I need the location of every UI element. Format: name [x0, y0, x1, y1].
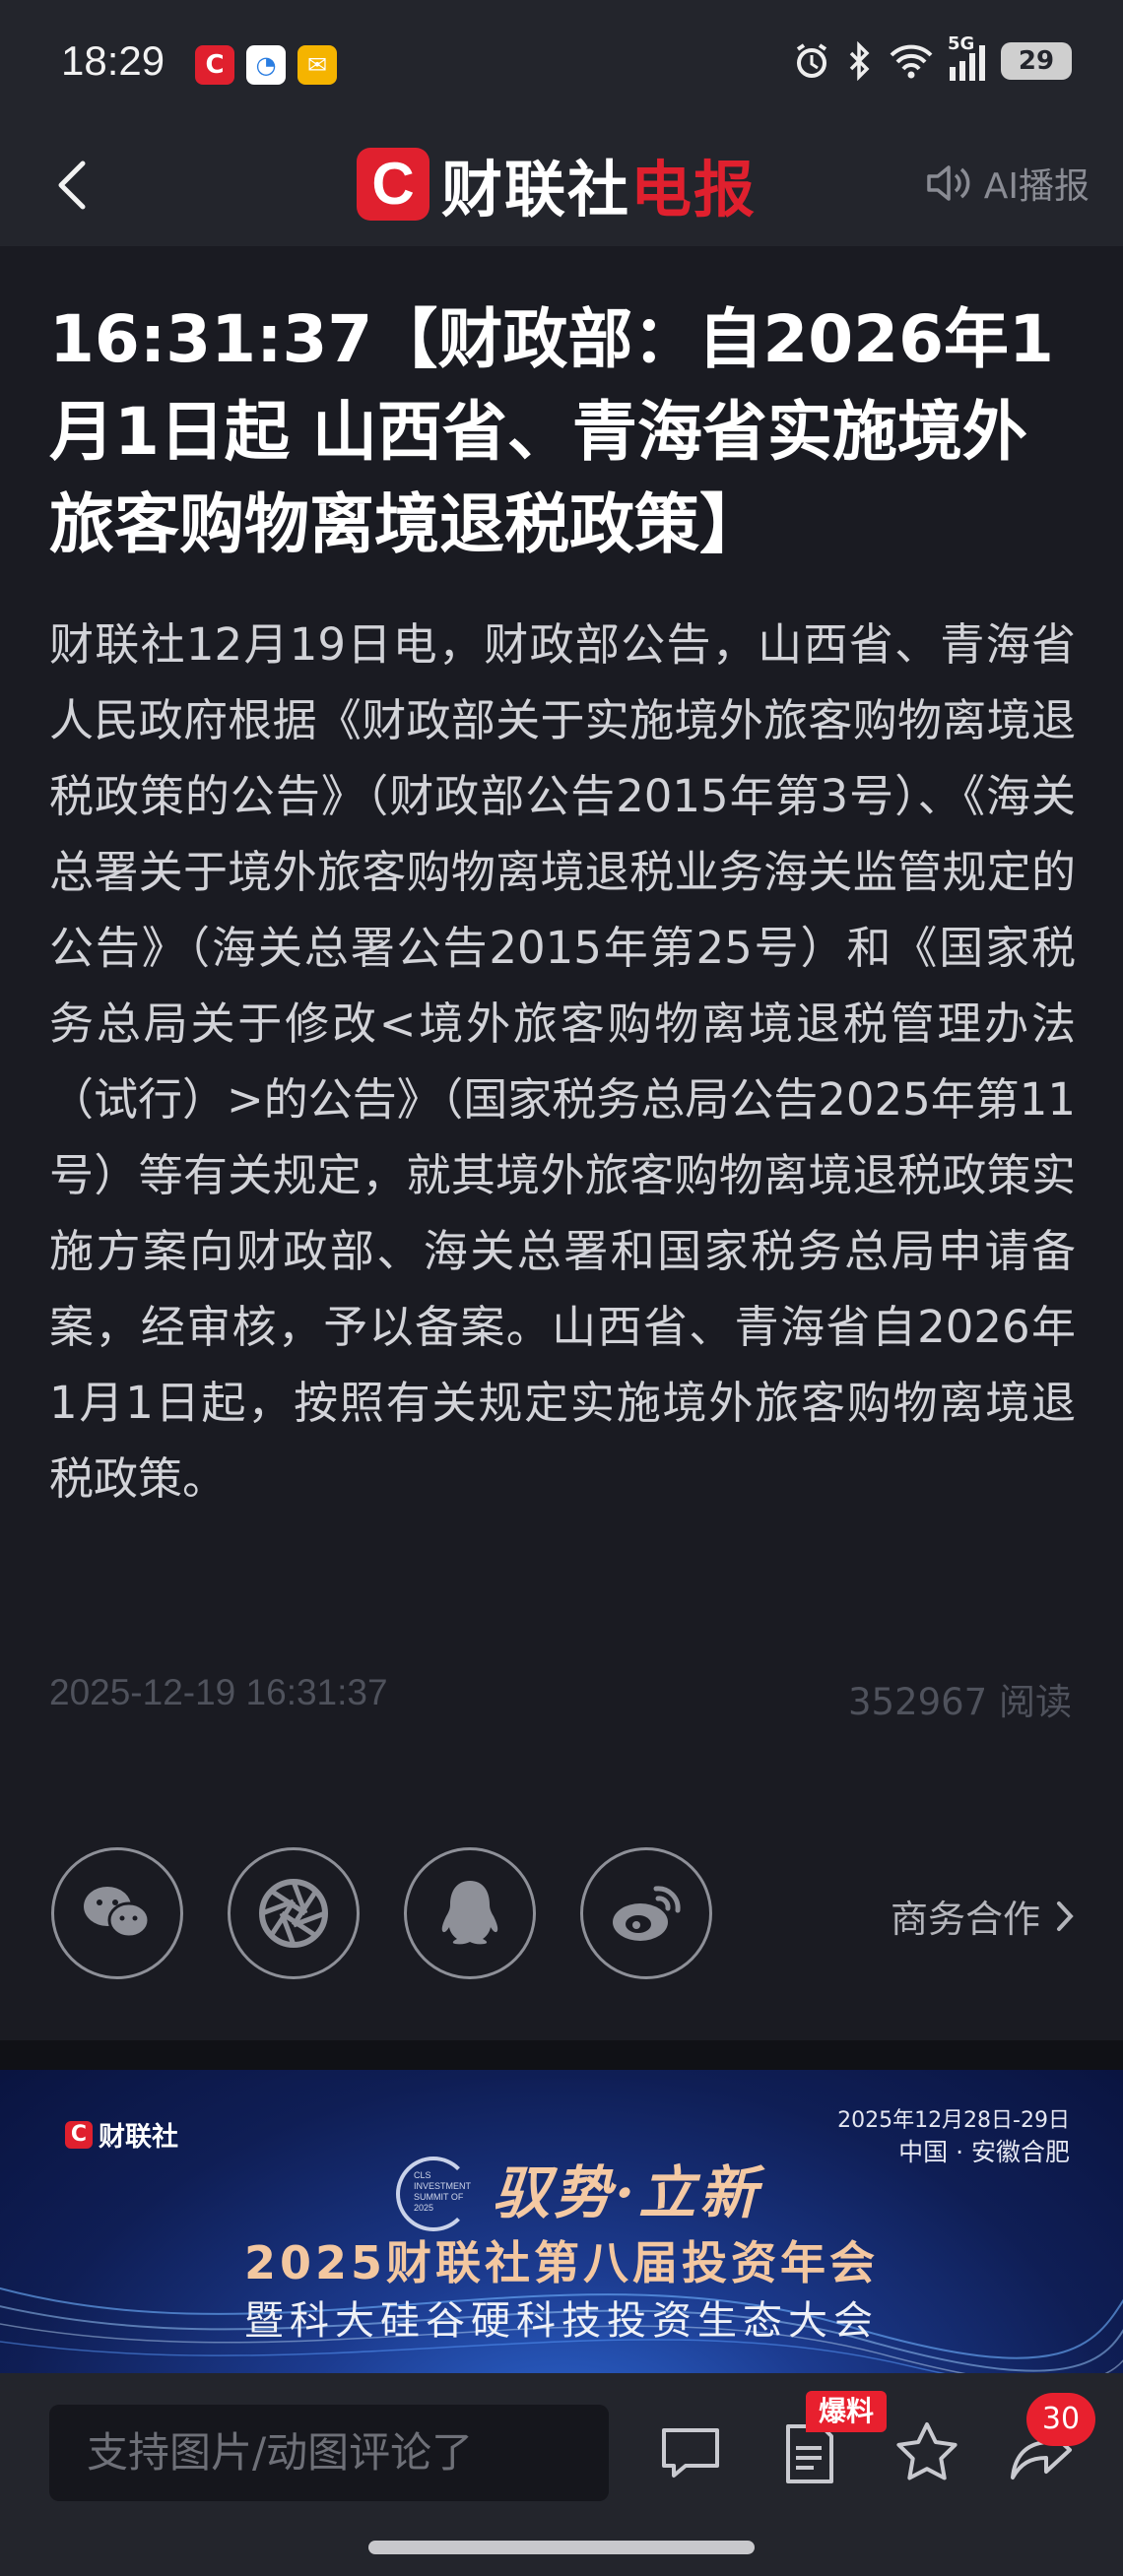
status-icons: 5G 29: [792, 33, 1072, 83]
banner-event-date: 2025年12月28日-29日: [837, 2108, 1070, 2133]
chat-app-notification-icon: ◔: [246, 45, 286, 85]
cls-app-notification-icon: C: [195, 45, 234, 85]
wechat-icon: [84, 1887, 151, 1939]
banner-logo-text: 财联社: [99, 2122, 178, 2153]
home-indicator[interactable]: [368, 2541, 755, 2554]
moments-shutter-icon: [259, 1879, 328, 1948]
share-wechat-button[interactable]: [51, 1847, 183, 1979]
network-type: 5G: [948, 33, 975, 54]
status-time: 18:29: [61, 37, 165, 84]
mail-notification-icon: ✉: [297, 45, 337, 85]
tip-badge: 爆料: [806, 2391, 887, 2432]
back-arrow-icon[interactable]: [39, 150, 108, 219]
banner-logo-mark: C: [65, 2120, 93, 2149]
banner-slogan: 驭势·立新: [493, 2159, 761, 2226]
article-title: 16:31:37【财政部：自2026年1月1日起 山西省、青海省实施境外旅客购物…: [49, 301, 1054, 562]
wifi-icon: [890, 44, 933, 79]
share-count-badge: 30: [1026, 2393, 1095, 2446]
weibo-icon: [613, 1886, 681, 1941]
investment-summit-banner-ad[interactable]: C 财联社 2025年12月28日-29日 中国 · 安徽合肥 CLS INVE…: [0, 2070, 1123, 2373]
signal-icon: 5G: [948, 33, 985, 81]
favorite-star-icon[interactable]: [892, 2418, 961, 2487]
cls-telegraph-logo: C 财联社 电报: [357, 140, 757, 228]
chevron-right-icon: [1057, 1900, 1074, 1931]
top-navigation-bar: C 财联社 电报 AI播报: [0, 128, 1123, 246]
publish-datetime: 2025-12-19 16:31:37: [49, 1672, 388, 1712]
article-content: 财联社12月19日电，财政部公告，山西省、青海省人民政府根据《财政部关于实施境外…: [49, 618, 1076, 1505]
section-divider: [0, 2040, 1123, 2070]
business-cooperation-link[interactable]: 商务合作: [891, 1889, 1076, 1943]
share-moments-button[interactable]: [228, 1847, 360, 1979]
ai-broadcast-button[interactable]: AI播报: [923, 158, 1090, 209]
comment-input[interactable]: 支持图片/动图评论了: [49, 2405, 609, 2501]
bluetooth-icon: [849, 41, 870, 81]
comment-icon[interactable]: [656, 2418, 725, 2487]
logo-text-telegraph: 电报: [630, 154, 758, 225]
ai-broadcast-label: AI播报: [983, 166, 1090, 207]
article-card: 16:31:37【财政部：自2026年1月1日起 山西省、青海省实施境外旅客购物…: [0, 246, 1123, 2040]
speaker-icon: [927, 165, 970, 201]
alarm-icon: [796, 43, 827, 78]
read-count: 352967 阅读: [847, 1681, 1072, 1723]
battery-indicator: 29: [1001, 42, 1072, 80]
share-weibo-button[interactable]: [580, 1847, 712, 1979]
share-qq-button[interactable]: [404, 1847, 536, 1979]
business-cooperation-label: 商务合作: [890, 1898, 1040, 1941]
banner-cls-logo: C 财联社: [65, 2115, 178, 2154]
banner-subtitle: 暨科大硅谷硬科技投资生态大会: [244, 2298, 879, 2344]
cls-logo-mark: C: [357, 148, 429, 221]
banner-event-info: 2025年12月28日-29日 中国 · 安徽合肥: [837, 2105, 1070, 2168]
logo-text-brand: 财联社: [441, 154, 631, 225]
qq-penguin-icon: [441, 1881, 498, 1945]
status-bar: 18:29 C ◔ ✉ 5G 29: [0, 0, 1123, 128]
banner-event-location: 中国 · 安徽合肥: [898, 2138, 1070, 2166]
banner-main-title: 2025财联社第八届投资年会: [243, 2236, 880, 2289]
